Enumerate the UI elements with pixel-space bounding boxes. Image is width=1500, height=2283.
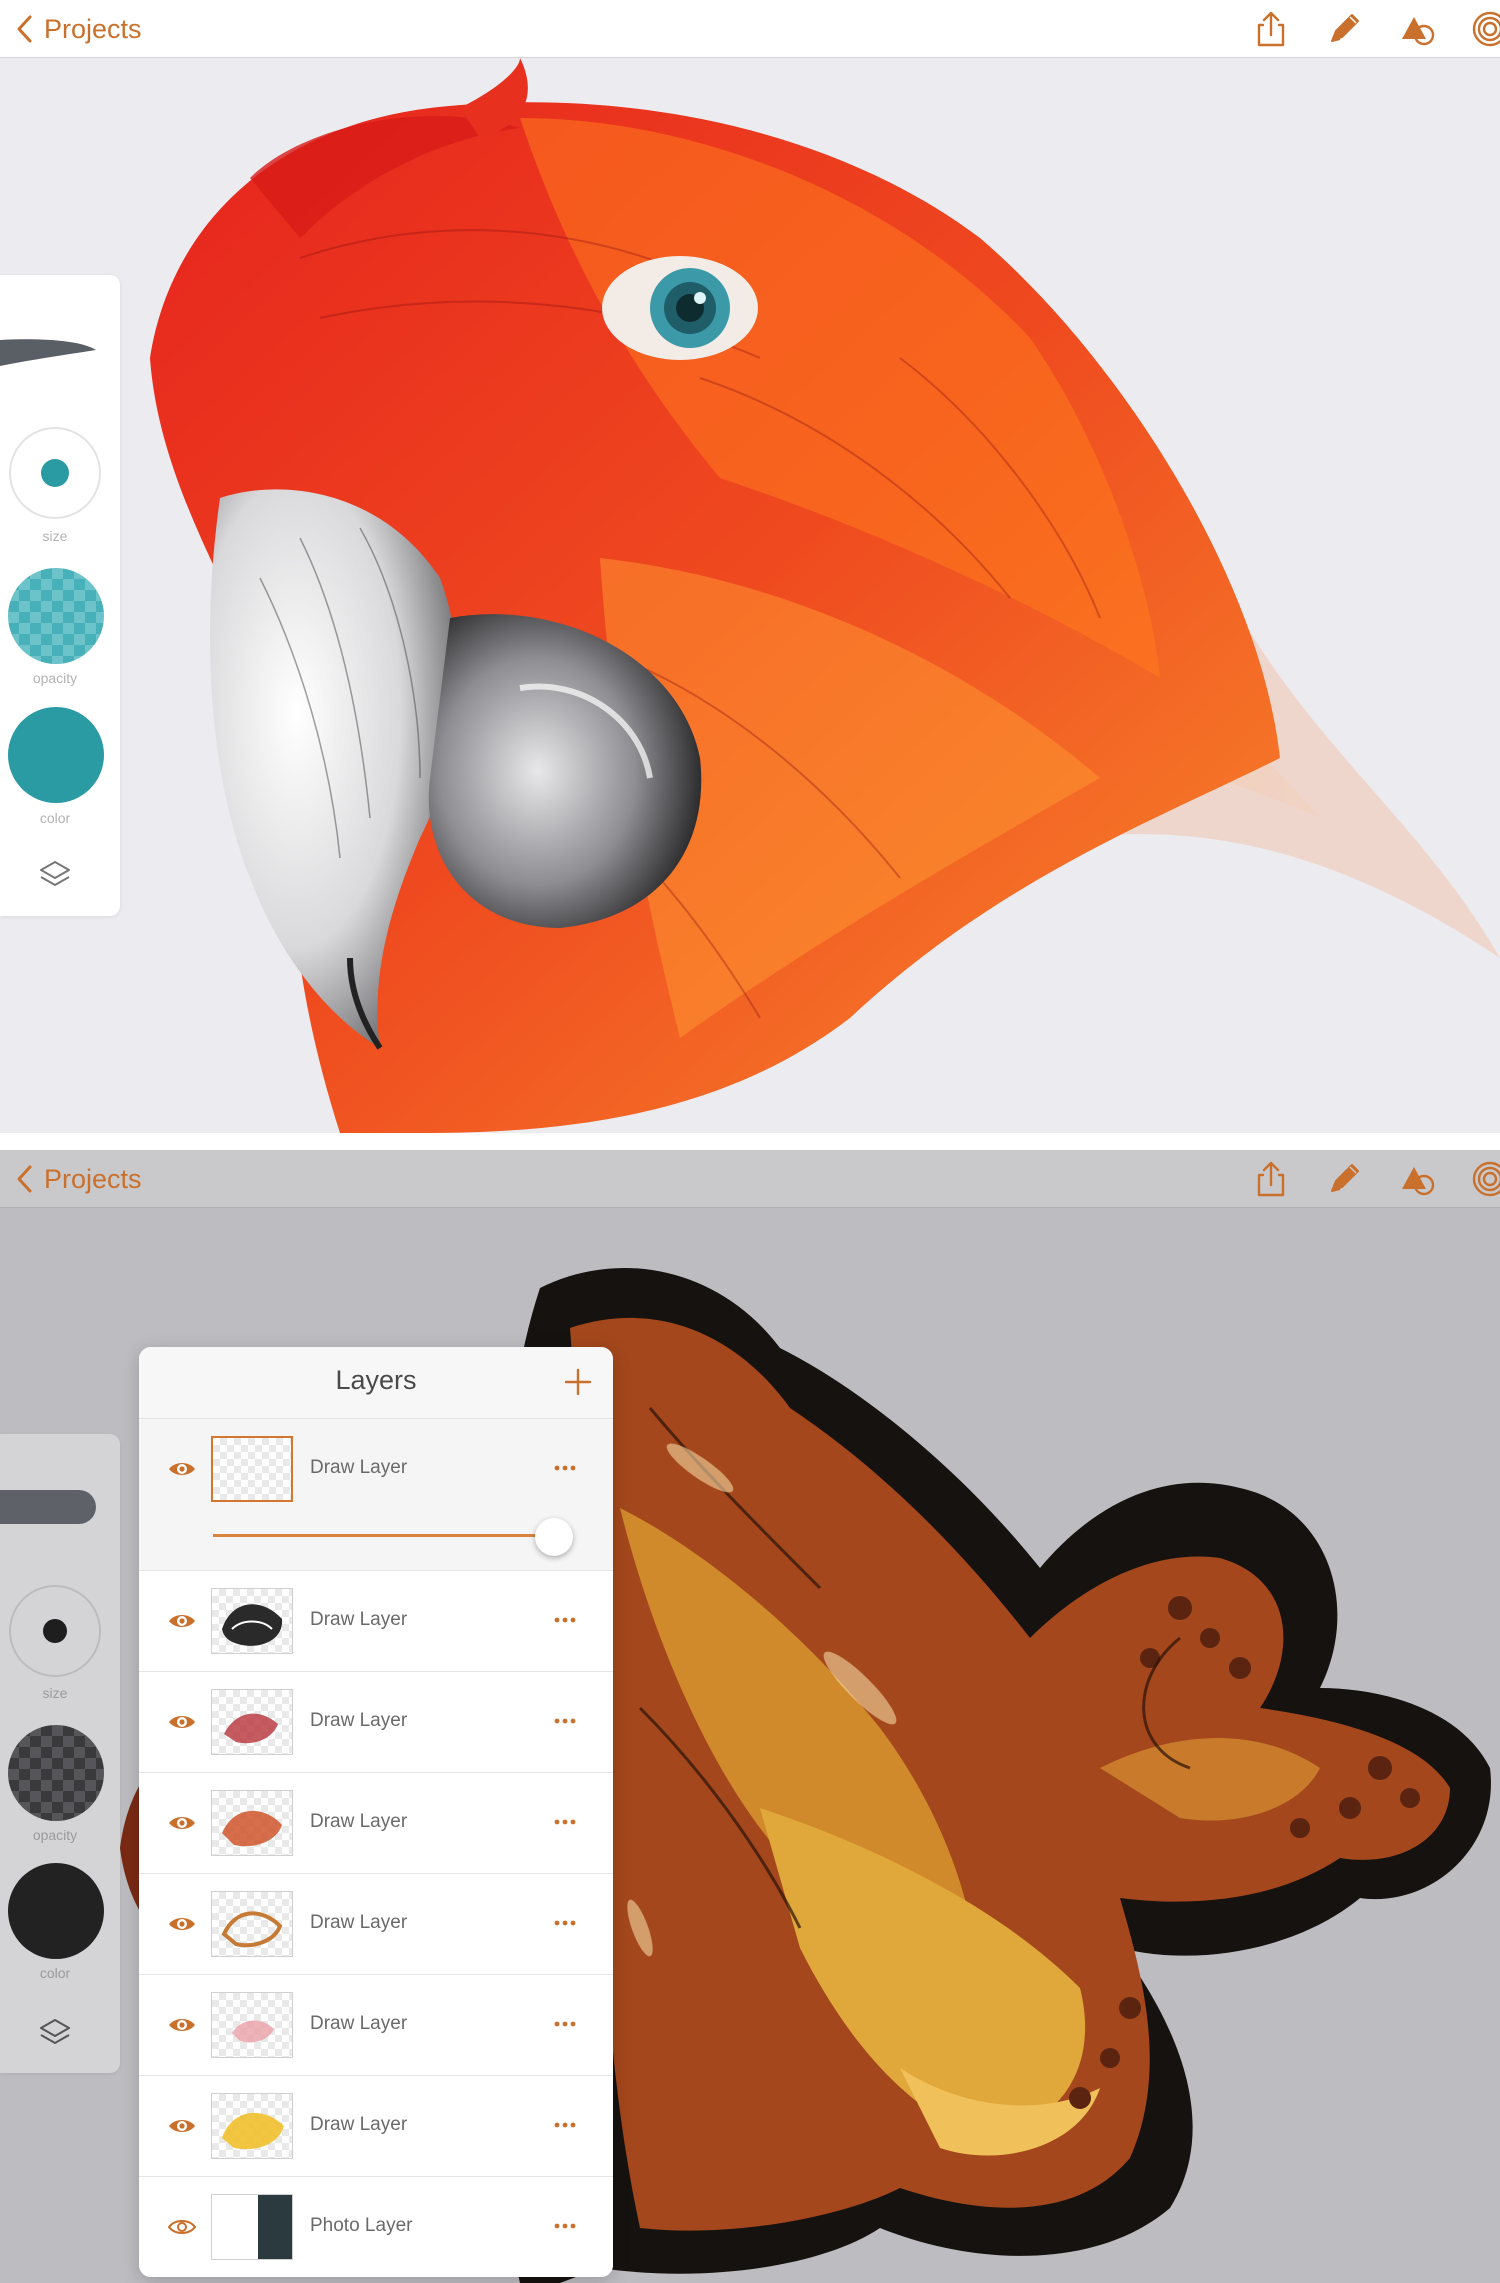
more-icon[interactable] [553, 2222, 577, 2230]
more-icon[interactable] [553, 1919, 577, 1927]
top-navigation-bar: Projects [0, 0, 1500, 58]
brush-size-control[interactable] [9, 427, 101, 519]
screen-parrot: Projects size opacity color [0, 0, 1500, 1133]
capture-icon[interactable] [1470, 1159, 1500, 1199]
brush-sidebar: size opacity color [0, 275, 120, 916]
eye-icon[interactable] [167, 1712, 197, 1732]
brush-size-dot [43, 1619, 67, 1643]
back-to-projects-button[interactable]: Projects [12, 1160, 142, 1198]
brush-opacity-control[interactable] [8, 1725, 104, 1821]
opacity-label: opacity [32, 1827, 78, 1843]
layer-name: Draw Layer [310, 1811, 408, 1832]
pencil-icon[interactable] [1324, 9, 1364, 49]
layer-thumbnail [211, 1992, 293, 2058]
layer-name: Draw Layer [310, 2013, 408, 2034]
layers-header: Layers [139, 1347, 613, 1419]
layer-thumbnail [211, 1588, 293, 1654]
eye-icon[interactable] [167, 1813, 197, 1833]
eye-icon[interactable] [167, 1459, 197, 1479]
size-label: size [42, 528, 68, 544]
parrot-artwork [150, 58, 1500, 1133]
eye-icon[interactable] [167, 2217, 197, 2237]
layer-thumbnail [211, 2093, 293, 2159]
layer-row[interactable]: Draw Layer [139, 1874, 613, 1975]
more-icon[interactable] [553, 1818, 577, 1826]
eye-icon[interactable] [167, 1611, 197, 1631]
layer-row[interactable]: Draw Layer [139, 2076, 613, 2177]
shapes-icon[interactable] [1398, 1159, 1438, 1199]
top-navigation-bar: Projects [0, 1150, 1500, 1208]
layer-name: Photo Layer [310, 2215, 413, 2236]
share-icon[interactable] [1251, 1159, 1291, 1199]
back-label: Projects [44, 13, 142, 44]
layer-name: Draw Layer [310, 1609, 408, 1630]
brush-color-control[interactable] [8, 707, 104, 803]
brush-opacity-control[interactable] [8, 568, 104, 664]
layer-row[interactable]: Draw Layer [139, 1571, 613, 1672]
eye-icon[interactable] [167, 1914, 197, 1934]
layer-name: Draw Layer [310, 1457, 408, 1478]
eye-icon[interactable] [167, 2116, 197, 2136]
pencil-icon[interactable] [1324, 1159, 1364, 1199]
brush-sidebar: size opacity color [0, 1434, 120, 2073]
layer-thumbnail [211, 1891, 293, 1957]
layer-row[interactable]: Draw Layer [139, 1672, 613, 1773]
layers-icon[interactable] [38, 858, 72, 892]
slider-thumb[interactable] [535, 1518, 573, 1556]
screen-octopus: Projects size opacity color Layers Draw … [0, 1150, 1500, 2283]
opacity-label: opacity [32, 670, 78, 686]
layer-thumbnail [211, 1790, 293, 1856]
plus-icon[interactable] [563, 1367, 593, 1397]
screenshot-divider [0, 1133, 1500, 1150]
capture-icon[interactable] [1470, 9, 1500, 49]
layer-thumbnail [211, 1689, 293, 1755]
more-icon[interactable] [553, 1616, 577, 1624]
layers-icon[interactable] [38, 2016, 72, 2050]
layer-row[interactable]: Draw Layer [139, 1975, 613, 2076]
layer-thumbnail [211, 1436, 293, 1502]
brush-stroke-preview[interactable] [0, 330, 100, 370]
layer-row[interactable]: Draw Layer [139, 1419, 613, 1571]
brush-stroke-preview[interactable] [0, 1490, 96, 1524]
eye-icon[interactable] [167, 2015, 197, 2035]
share-icon[interactable] [1251, 9, 1291, 49]
layer-name: Draw Layer [310, 2114, 408, 2135]
layer-thumbnail [211, 2194, 293, 2260]
brush-size-dot [41, 459, 69, 487]
layer-row[interactable]: Photo Layer [139, 2177, 613, 2277]
more-icon[interactable] [553, 1717, 577, 1725]
chevron-left-icon [17, 15, 32, 43]
back-label: Projects [44, 1163, 142, 1194]
color-label: color [39, 1965, 71, 1981]
more-icon[interactable] [553, 1464, 577, 1472]
color-label: color [39, 810, 71, 826]
layer-row[interactable]: Draw Layer [139, 1773, 613, 1874]
layer-name: Draw Layer [310, 1912, 408, 1933]
layer-name: Draw Layer [310, 1710, 408, 1731]
layer-opacity-slider[interactable] [213, 1534, 565, 1537]
shapes-icon[interactable] [1398, 9, 1438, 49]
layers-title: Layers [335, 1365, 417, 1395]
more-icon[interactable] [553, 2121, 577, 2129]
layers-panel: Layers Draw Layer Draw Layer Draw Layer … [139, 1347, 613, 2277]
brush-color-control[interactable] [8, 1863, 104, 1959]
chevron-left-icon [17, 1165, 32, 1193]
size-label: size [42, 1685, 68, 1701]
back-to-projects-button[interactable]: Projects [12, 10, 142, 48]
more-icon[interactable] [553, 2020, 577, 2028]
brush-size-control[interactable] [9, 1585, 101, 1677]
